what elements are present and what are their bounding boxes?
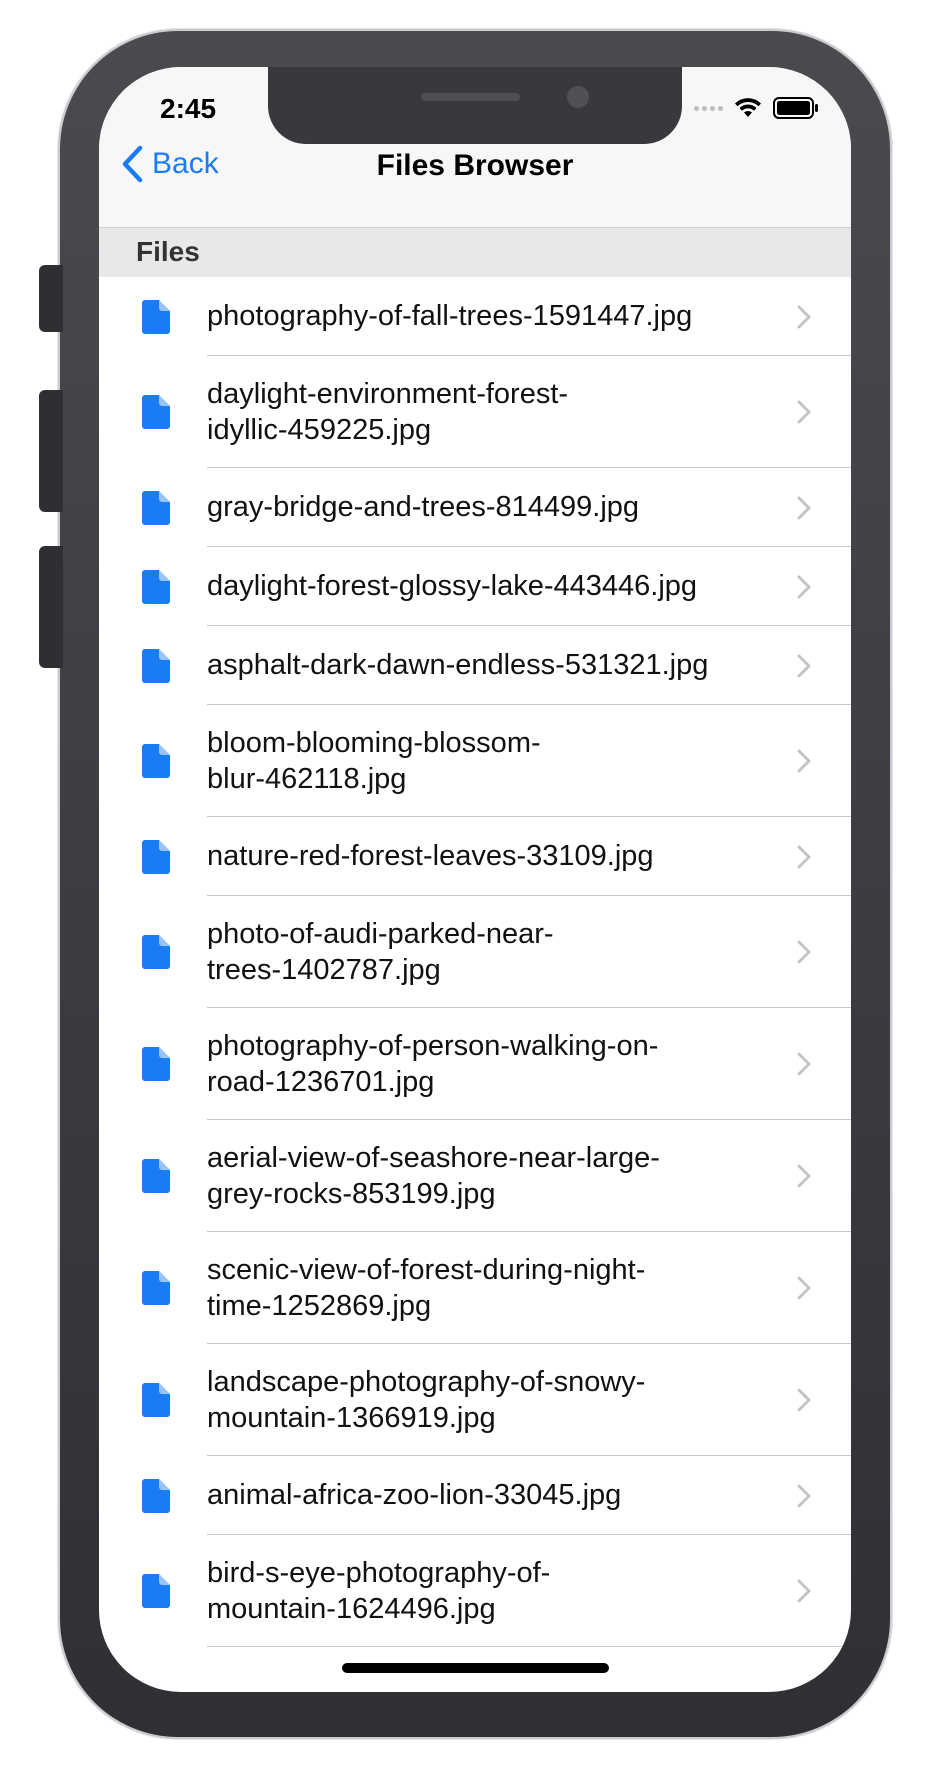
speaker-grille [421, 93, 520, 101]
document-icon [142, 744, 170, 778]
file-row[interactable]: bloom-blooming-blossom-blur-462118.jpg [99, 705, 851, 817]
volume-down-button [39, 546, 63, 668]
file-name-line-1: aerial-view-of-seashore-near-large- [207, 1142, 660, 1174]
file-row[interactable]: scenic-view-of-forest-during-night-time-… [99, 1232, 851, 1344]
file-name-line-2: time-1252869.jpg [207, 1290, 432, 1322]
file-name: photo-of-audi-parked-near-trees-1402787.… [207, 916, 727, 988]
file-name: daylight-environment-forest-idyllic-4592… [207, 376, 727, 448]
file-name-line-1: bird-s-eye-photography-of- [207, 1557, 551, 1589]
file-row[interactable]: nature-red-forest-leaves-33109.jpg [99, 817, 851, 896]
file-name-line-2: idyllic-459225.jpg [207, 414, 432, 446]
file-row[interactable]: gray-bridge-and-trees-814499.jpg [99, 468, 851, 547]
chevron-right-icon [797, 305, 811, 329]
mute-switch [39, 265, 63, 332]
document-icon [142, 1047, 170, 1081]
document-icon [142, 1574, 170, 1608]
file-row[interactable]: asphalt-dark-dawn-endless-531321.jpg [99, 626, 851, 705]
file-name: asphalt-dark-dawn-endless-531321.jpg [207, 649, 709, 681]
file-name: nature-red-forest-leaves-33109.jpg [207, 840, 654, 872]
file-row[interactable]: landscape-photography-of-snowy-mountain-… [99, 1344, 851, 1456]
file-name-line-2: mountain-1366919.jpg [207, 1402, 496, 1434]
file-row[interactable]: aerial-view-of-seashore-near-large-grey-… [99, 1120, 851, 1232]
document-icon [142, 649, 170, 683]
status-time: 2:45 [160, 93, 217, 124]
file-row[interactable]: bird-s-eye-photography-of-mountain-16244… [99, 1535, 851, 1647]
document-icon [142, 1271, 170, 1305]
file-name: daylight-forest-glossy-lake-443446.jpg [207, 570, 698, 602]
file-name: aerial-view-of-seashore-near-large-grey-… [207, 1140, 727, 1212]
file-name: scenic-view-of-forest-during-night-time-… [207, 1252, 727, 1324]
document-icon [142, 570, 170, 604]
status-icons [694, 97, 819, 119]
file-row[interactable]: photo-of-audi-parked-near-trees-1402787.… [99, 896, 851, 1008]
signal-dots-icon [694, 105, 723, 111]
file-name-line-2: mountain-1624496.jpg [207, 1593, 496, 1625]
document-icon [142, 1383, 170, 1417]
notch [268, 67, 682, 144]
document-icon [142, 395, 170, 429]
home-indicator[interactable] [342, 1663, 609, 1673]
chevron-right-icon [797, 1579, 811, 1603]
file-name: landscape-photography-of-snowy-mountain-… [207, 1364, 727, 1436]
chevron-right-icon [797, 1164, 811, 1188]
chevron-right-icon [797, 940, 811, 964]
file-name: bloom-blooming-blossom-blur-462118.jpg [207, 725, 727, 797]
file-row[interactable]: photography-of-person-walking-on-road-12… [99, 1008, 851, 1120]
file-name-line-2: road-1236701.jpg [207, 1066, 435, 1098]
file-row[interactable]: animal-africa-zoo-lion-33045.jpg [99, 1456, 851, 1535]
file-name: bird-s-eye-photography-of-mountain-16244… [207, 1555, 727, 1627]
chevron-right-icon [797, 1276, 811, 1300]
file-name: gray-bridge-and-trees-814499.jpg [207, 491, 640, 523]
chevron-right-icon [797, 496, 811, 520]
battery-icon [773, 97, 818, 119]
file-row[interactable]: photography-of-fall-trees-1591447.jpg [99, 277, 851, 356]
file-row[interactable]: daylight-forest-glossy-lake-443446.jpg [99, 547, 851, 626]
file-list: photography-of-fall-trees-1591447.jpg day… [99, 277, 851, 1647]
file-name-line-2: blur-462118.jpg [207, 763, 407, 795]
wifi-icon [735, 98, 761, 117]
chevron-right-icon [797, 400, 811, 424]
file-name: photography-of-fall-trees-1591447.jpg [207, 300, 693, 332]
document-icon [142, 491, 170, 525]
chevron-right-icon [797, 1484, 811, 1508]
chevron-right-icon [797, 845, 811, 869]
chevron-right-icon [797, 1388, 811, 1412]
file-name: photography-of-person-walking-on-road-12… [207, 1028, 727, 1100]
chevron-right-icon [797, 575, 811, 599]
file-name: animal-africa-zoo-lion-33045.jpg [207, 1479, 622, 1511]
screen: 2:45 Back Files Browser Files photograph… [99, 67, 851, 1692]
document-icon [142, 840, 170, 874]
document-icon [142, 935, 170, 969]
file-name-line-1: scenic-view-of-forest-during-night- [207, 1254, 646, 1286]
file-name-line-2: trees-1402787.jpg [207, 954, 441, 986]
page-title: Files Browser [376, 149, 574, 182]
chevron-right-icon [797, 1052, 811, 1076]
chevron-right-icon [797, 749, 811, 773]
front-camera [567, 86, 589, 108]
file-name-line-1: landscape-photography-of-snowy- [207, 1366, 646, 1398]
file-name-line-1: daylight-environment-forest- [207, 378, 569, 410]
file-name-line-2: grey-rocks-853199.jpg [207, 1178, 496, 1210]
chevron-right-icon [797, 654, 811, 678]
file-row[interactable]: daylight-environment-forest-idyllic-4592… [99, 356, 851, 468]
row-divider [207, 1646, 851, 1647]
file-name-line-1: photography-of-person-walking-on- [207, 1030, 659, 1062]
document-icon [142, 1479, 170, 1513]
file-name-line-1: bloom-blooming-blossom- [207, 727, 541, 759]
section-title: Files [136, 236, 200, 267]
document-icon [142, 300, 170, 334]
section-header: Files [99, 227, 851, 277]
file-name-line-1: photo-of-audi-parked-near- [207, 918, 554, 950]
document-icon [142, 1159, 170, 1193]
volume-up-button [39, 390, 63, 512]
